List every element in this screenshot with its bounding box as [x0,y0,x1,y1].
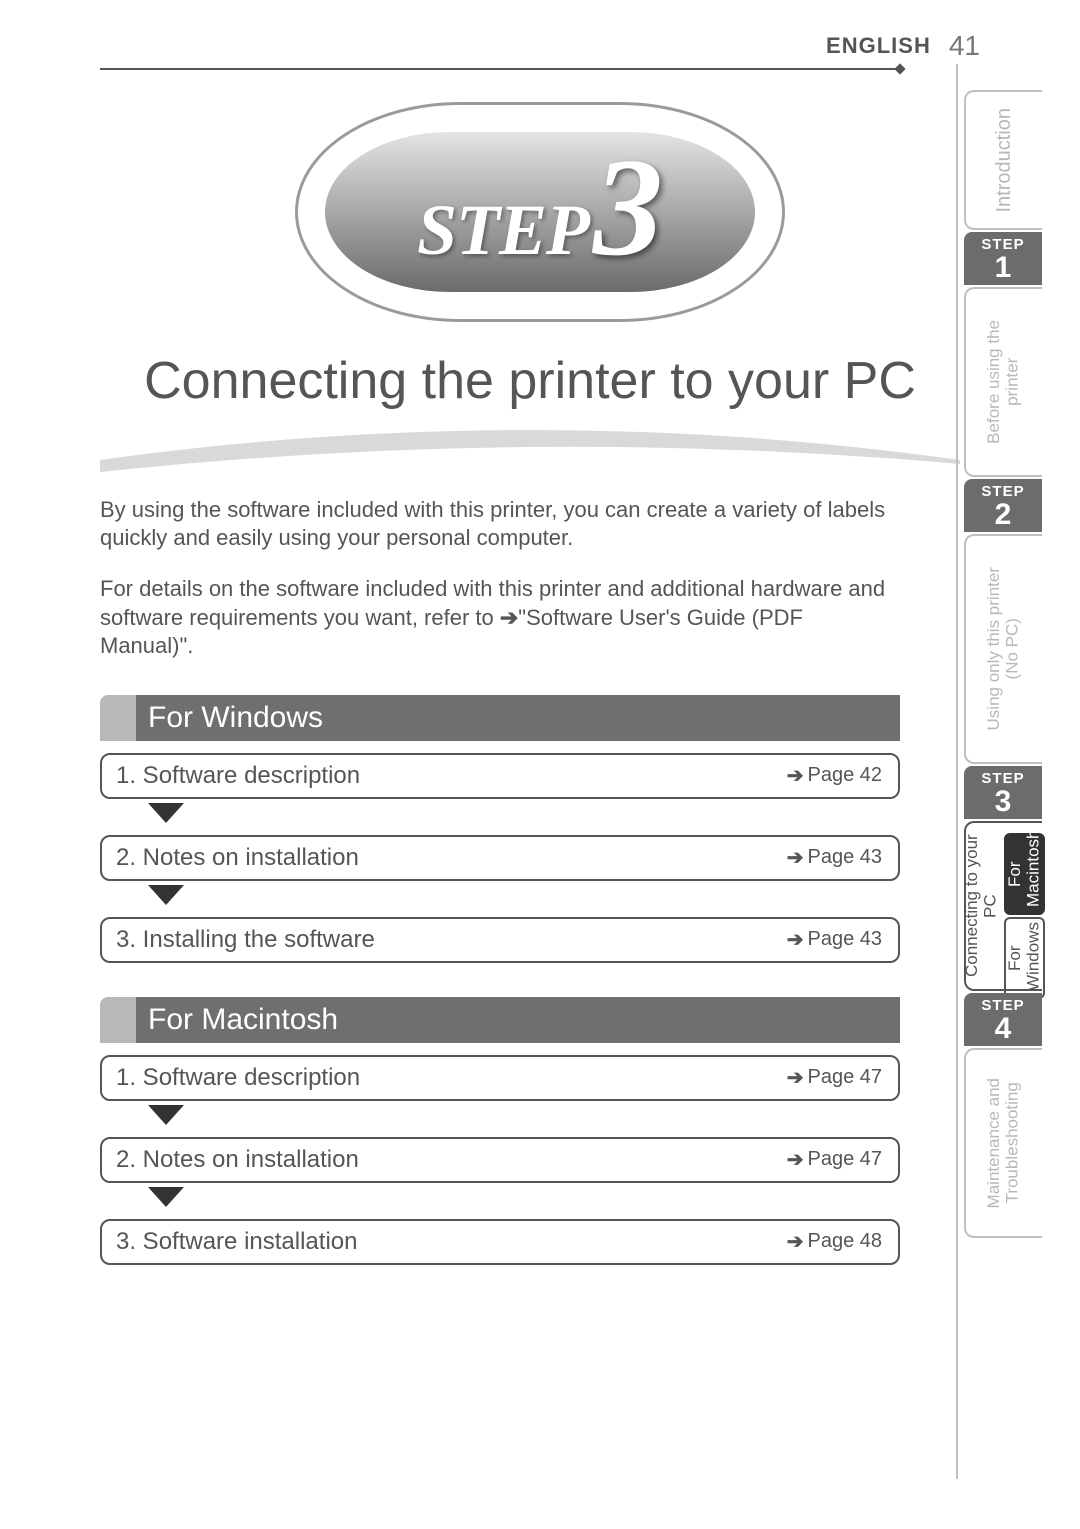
down-arrow-icon [148,803,184,823]
header-rule [100,68,900,70]
toc-item-page: ➔Page 43 [787,845,882,870]
tab-label: Introduction [993,108,1015,213]
toc-item-windows-2[interactable]: 2. Notes on installation ➔Page 43 [100,835,900,881]
toc-item-label: 1. Software description [116,762,360,790]
toc-item-mac-2[interactable]: 2. Notes on installation ➔Page 47 [100,1137,900,1183]
sidebar-tabs: Introduction STEP 1 Before using theprin… [938,90,1042,1238]
arrow-icon: ➔ [500,605,518,630]
page-number: 41 [949,30,980,62]
toc-item-windows-3[interactable]: 3. Installing the software ➔Page 43 [100,917,900,963]
intro-paragraph-1: By using the software included with this… [100,496,900,553]
micro-tab-mac[interactable]: For Macintosh [1004,833,1045,915]
down-arrow-icon [148,885,184,905]
arrow-icon: ➔ [787,1147,804,1172]
toc-item-label: 3. Software installation [116,1228,357,1256]
toc-item-windows-1[interactable]: 1. Software description ➔Page 42 [100,753,900,799]
badge-step-number: 3 [593,152,663,264]
section-heading-windows: For Windows [136,695,900,741]
section-heading-tab [100,695,136,741]
tab-step4[interactable]: Maintenance andTroubleshooting [964,1048,1042,1238]
arrow-icon: ➔ [787,1065,804,1090]
page-title: Connecting the printer to your PC [100,352,960,412]
tab-label: Connecting to your PC [963,833,1000,979]
toc-item-page: ➔Page 42 [787,763,882,788]
step-chip-number: 1 [995,253,1012,283]
intro-paragraph-2: For details on the software included wit… [100,575,900,661]
toc-item-page: ➔Page 47 [787,1065,882,1090]
section-heading-mac: For Macintosh [136,997,900,1043]
step-chip-3: STEP 3 [964,766,1042,819]
toc-item-mac-1[interactable]: 1. Software description ➔Page 47 [100,1055,900,1101]
micro-tab-win[interactable]: For Windows [1004,917,1045,999]
step-chip-number: 2 [995,500,1012,530]
step-chip-2: STEP 2 [964,479,1042,532]
arrow-icon: ➔ [787,927,804,952]
toc-item-page: ➔Page 48 [787,1229,882,1254]
step-chip-4: STEP 4 [964,993,1042,1046]
toc-item-label: 2. Notes on installation [116,844,359,872]
section-windows: For Windows 1. Software description ➔Pag… [100,695,900,963]
toc-item-page: ➔Page 47 [787,1147,882,1172]
decorative-swoosh [100,420,960,480]
down-arrow-icon [148,1105,184,1125]
arrow-icon: ➔ [787,763,804,788]
section-heading-bar: For Macintosh [100,997,900,1043]
toc-item-label: 2. Notes on installation [116,1146,359,1174]
tab-label: Maintenance andTroubleshooting [985,1078,1022,1208]
tab-step3-active[interactable]: Connecting to your PC For Macintosh For … [964,821,1042,991]
step-chip-number: 4 [995,1014,1012,1044]
tab-label: Using only this printer(No PC) [985,567,1022,730]
toc-item-label: 1. Software description [116,1064,360,1092]
tab-introduction[interactable]: Introduction [964,90,1042,230]
toc-item-mac-3[interactable]: 3. Software installation ➔Page 48 [100,1219,900,1265]
language-label: ENGLISH [826,33,931,59]
step-badge: STEP 3 [0,102,1080,322]
page-header: ENGLISH 41 [0,30,1080,62]
arrow-icon: ➔ [787,1229,804,1254]
page: ENGLISH 41 STEP 3 Connecting the printer… [0,0,1080,1529]
section-heading-bar: For Windows [100,695,900,741]
step-chip-1: STEP 1 [964,232,1042,285]
section-heading-tab [100,997,136,1043]
tab-step1[interactable]: Before using theprinter [964,287,1042,477]
down-arrow-icon [148,1187,184,1207]
tab-step2[interactable]: Using only this printer(No PC) [964,534,1042,764]
badge-step-word: STEP [417,189,589,272]
arrow-icon: ➔ [787,845,804,870]
intro-text: By using the software included with this… [100,496,900,661]
section-macintosh: For Macintosh 1. Software description ➔P… [100,997,900,1265]
tab-label: Before using theprinter [985,320,1022,444]
toc-item-label: 3. Installing the software [116,926,375,954]
toc-item-page: ➔Page 43 [787,927,882,952]
step-chip-number: 3 [995,787,1012,817]
